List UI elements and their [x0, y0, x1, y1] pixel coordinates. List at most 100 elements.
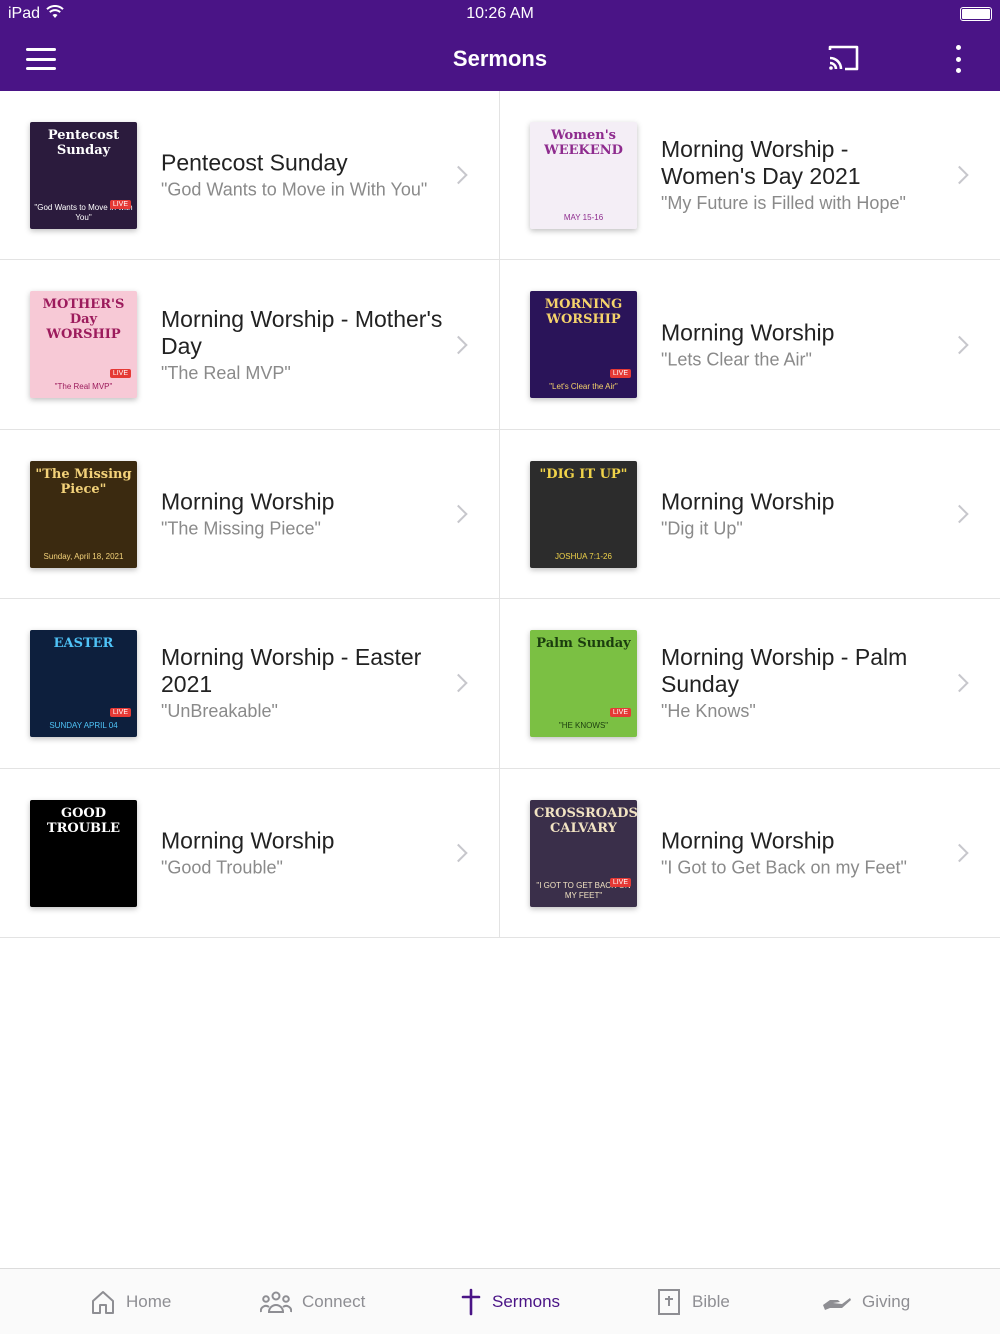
thumbnail-caption: MORNING WORSHIP [544, 297, 623, 328]
thumbnail-caption: EASTER [53, 636, 114, 652]
thumbnail-caption: "DIG IT UP" [539, 466, 628, 482]
sermon-item[interactable]: MOTHER'S Day WORSHIP "The Real MVP" LIVE… [0, 260, 500, 430]
sermon-text: Morning Worship "Lets Clear the Air" [661, 319, 946, 370]
chevron-right-icon [449, 335, 468, 354]
sermon-thumbnail: "The Missing Piece" Sunday, April 18, 20… [30, 460, 137, 568]
tab-label: Sermons [492, 1292, 561, 1311]
live-badge: LIVE [109, 708, 131, 718]
chevron-right-icon [449, 843, 468, 862]
live-badge: LIVE [609, 369, 631, 379]
sermon-subtitle: "Dig it Up" [661, 518, 743, 539]
sermon-title: Morning Worship - Palm Sunday [661, 644, 908, 698]
chevron-right-icon [449, 674, 468, 693]
thumbnail-subcaption: JOSHUA 7:1-26 [555, 551, 612, 561]
live-badge: LIVE [609, 708, 631, 718]
thumbnail-caption: MOTHER'S Day WORSHIP [42, 297, 125, 343]
live-badge: LIVE [109, 200, 131, 209]
bible-icon [656, 1288, 682, 1316]
sermon-text: Morning Worship - Easter 2021 "UnBreakab… [161, 644, 446, 722]
sermon-item[interactable]: GOOD TROUBLE Morning Worship "Good Troub… [0, 768, 500, 938]
chevron-right-icon [449, 165, 468, 185]
tab-home[interactable]: Home [90, 1269, 171, 1334]
sermon-subtitle: "Good Trouble" [161, 857, 283, 878]
sermon-text: Morning Worship "Dig it Up" [661, 488, 946, 539]
chevron-right-icon [950, 674, 969, 693]
tab-bible[interactable]: Bible [656, 1269, 730, 1334]
thumbnail-caption: Palm Sunday [536, 636, 631, 652]
sermon-thumbnail: CROSSROADS CALVARY "I GOT TO GET BACK ON… [530, 799, 637, 907]
status-time: 10:26 AM [466, 5, 534, 22]
thumbnail-caption: CROSSROADS CALVARY [534, 805, 637, 836]
people-icon [260, 1290, 292, 1314]
sermon-subtitle: "He Knows" [661, 701, 756, 722]
sermon-title: Morning Worship - Women's Day 2021 [661, 136, 861, 190]
sermon-thumbnail: MOTHER'S Day WORSHIP "The Real MVP" LIVE [30, 291, 137, 399]
tab-label: Connect [302, 1292, 366, 1311]
sermon-subtitle: "My Future is Filled with Hope" [661, 193, 906, 214]
sermon-text: Pentecost Sunday "God Wants to Move in W… [161, 150, 446, 201]
thumbnail-subcaption: "HE KNOWS" [558, 721, 609, 731]
sermon-item[interactable]: Women's WEEKEND MAY 15-16 Morning Worshi… [500, 91, 1000, 261]
sermon-subtitle: "The Real MVP" [161, 362, 291, 383]
sermon-title: Morning Worship [661, 319, 835, 346]
sermon-thumbnail: MORNING WORSHIP "Let's Clear the Air" LI… [530, 291, 637, 399]
sermon-item[interactable]: Palm Sunday "HE KNOWS" LIVE Morning Wors… [500, 599, 1000, 769]
sermon-thumbnail: GOOD TROUBLE [30, 799, 137, 907]
status-bar: iPad 10:26 AM [0, 0, 1000, 28]
sermon-item[interactable]: Pentecost Sunday "God Wants to Move in w… [0, 91, 500, 261]
tab-label: Bible [692, 1292, 730, 1311]
sermon-item[interactable]: MORNING WORSHIP "Let's Clear the Air" LI… [500, 260, 1000, 430]
sermon-subtitle: "God Wants to Move in With You" [161, 179, 428, 200]
chevron-right-icon [950, 335, 969, 354]
sermon-thumbnail: "DIG IT UP" JOSHUA 7:1-26 [530, 460, 637, 568]
live-badge: LIVE [109, 369, 131, 379]
chevron-right-icon [950, 504, 969, 524]
sermon-text: Morning Worship "The Missing Piece" [161, 488, 446, 539]
giving-hand-icon [822, 1291, 852, 1313]
live-badge: LIVE [609, 877, 631, 887]
sermon-title: Morning Worship [661, 827, 835, 854]
sermon-text: Morning Worship "Good Trouble" [161, 827, 446, 878]
cast-icon[interactable] [826, 44, 862, 74]
tab-label: Giving [862, 1292, 911, 1311]
sermon-thumbnail: Women's WEEKEND MAY 15-16 [530, 122, 637, 229]
sermon-title: Morning Worship [661, 488, 835, 515]
thumbnail-subcaption: "Let's Clear the Air" [549, 382, 618, 392]
sermon-item[interactable]: EASTER SUNDAY APRIL 04 LIVE Morning Wors… [0, 599, 500, 769]
cross-icon [460, 1288, 482, 1316]
thumbnail-caption: "The Missing Piece" [35, 466, 132, 497]
sermon-title: Morning Worship - Easter 2021 [161, 644, 422, 698]
sermon-text: Morning Worship - Palm Sunday "He Knows" [661, 644, 946, 722]
tab-label: Home [126, 1292, 172, 1311]
sermon-subtitle: "UnBreakable" [161, 701, 278, 722]
tab-bar: Home Connect Sermons Bible Giving [0, 1268, 1000, 1334]
thumbnail-caption: Women's WEEKEND [544, 128, 623, 158]
app-bar: Sermons [0, 28, 1000, 91]
sermon-subtitle: "Lets Clear the Air" [661, 349, 812, 370]
tab-sermons[interactable]: Sermons [460, 1269, 560, 1334]
thumbnail-subcaption: "The Real MVP" [54, 382, 113, 392]
sermon-subtitle: "The Missing Piece" [161, 518, 321, 539]
thumbnail-subcaption: MAY 15-16 [563, 213, 604, 222]
tab-connect[interactable]: Connect [260, 1269, 365, 1334]
thumbnail-subcaption: SUNDAY APRIL 04 [49, 721, 118, 731]
chevron-right-icon [950, 843, 969, 862]
sermon-title: Morning Worship - Mother's Day [161, 305, 443, 359]
sermon-text: Morning Worship "I Got to Get Back on my… [661, 827, 946, 878]
battery-icon [960, 7, 992, 21]
sermon-subtitle: "I Got to Get Back on my Feet" [661, 857, 907, 878]
sermon-thumbnail: Pentecost Sunday "God Wants to Move in w… [30, 122, 137, 229]
sermon-title: Morning Worship [161, 488, 335, 515]
sermon-grid: Pentecost Sunday "God Wants to Move in w… [0, 91, 1000, 938]
more-vert-icon[interactable] [948, 42, 968, 76]
tab-giving[interactable]: Giving [822, 1269, 910, 1334]
thumbnail-caption: GOOD TROUBLE [46, 805, 121, 836]
sermon-item[interactable]: "The Missing Piece" Sunday, April 18, 20… [0, 429, 500, 600]
home-icon [90, 1289, 116, 1315]
sermon-thumbnail: Palm Sunday "HE KNOWS" LIVE [530, 630, 637, 738]
sermon-title: Pentecost Sunday [161, 149, 348, 176]
sermon-item[interactable]: CROSSROADS CALVARY "I GOT TO GET BACK ON… [500, 769, 1000, 938]
sermon-item[interactable]: "DIG IT UP" JOSHUA 7:1-26 Morning Worshi… [500, 430, 1000, 600]
sermon-text: Morning Worship - Women's Day 2021 "My F… [661, 136, 946, 214]
thumbnail-subcaption: Sunday, April 18, 2021 [43, 551, 124, 561]
